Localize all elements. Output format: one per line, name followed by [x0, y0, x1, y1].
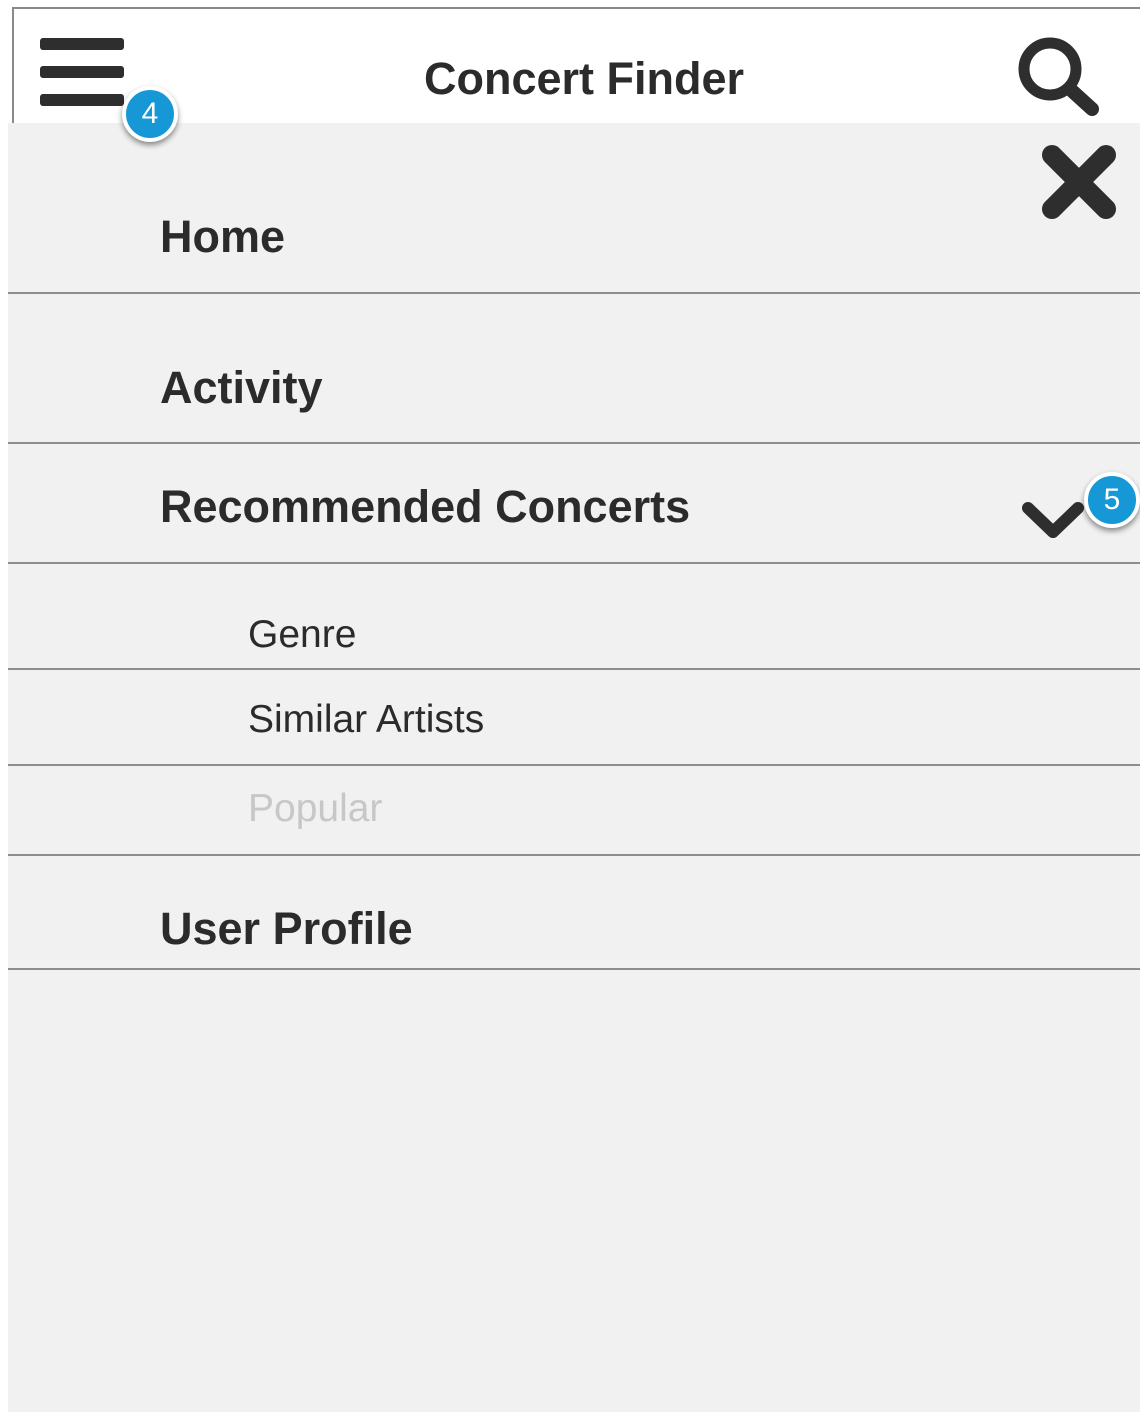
- search-button[interactable]: [1016, 35, 1102, 119]
- annotation-badge-5: 5: [1084, 472, 1140, 528]
- sub-item-popular: Popular: [8, 766, 1140, 856]
- sub-item-label: Genre: [248, 613, 357, 656]
- chevron-down-icon[interactable]: [1020, 500, 1086, 540]
- screen: Concert Finder Home Activity Recommended…: [0, 0, 1140, 1412]
- sub-item-label: Popular: [248, 787, 383, 830]
- app-bar: Concert Finder: [12, 7, 1140, 127]
- nav-item-activity[interactable]: Activity: [8, 294, 1140, 444]
- page-title: Concert Finder: [423, 53, 745, 104]
- sub-item-label: Similar Artists: [248, 698, 485, 741]
- sub-item-genre[interactable]: Genre: [8, 564, 1140, 670]
- annotation-badge-4: 4: [122, 86, 178, 142]
- navigation-drawer: Home Activity Recommended Concerts Genre…: [8, 123, 1140, 1412]
- nav-item-label: Home: [160, 211, 286, 262]
- nav-item-label: Recommended Concerts: [160, 481, 691, 532]
- search-icon: [1018, 37, 1099, 116]
- nav-item-user-profile[interactable]: User Profile: [8, 856, 1140, 970]
- sub-item-similar-artists[interactable]: Similar Artists: [8, 670, 1140, 766]
- nav-item-recommended-concerts[interactable]: Recommended Concerts: [8, 444, 1140, 564]
- nav-item-home[interactable]: Home: [8, 123, 1140, 294]
- nav-item-label: User Profile: [160, 903, 413, 954]
- nav-item-label: Activity: [160, 362, 323, 413]
